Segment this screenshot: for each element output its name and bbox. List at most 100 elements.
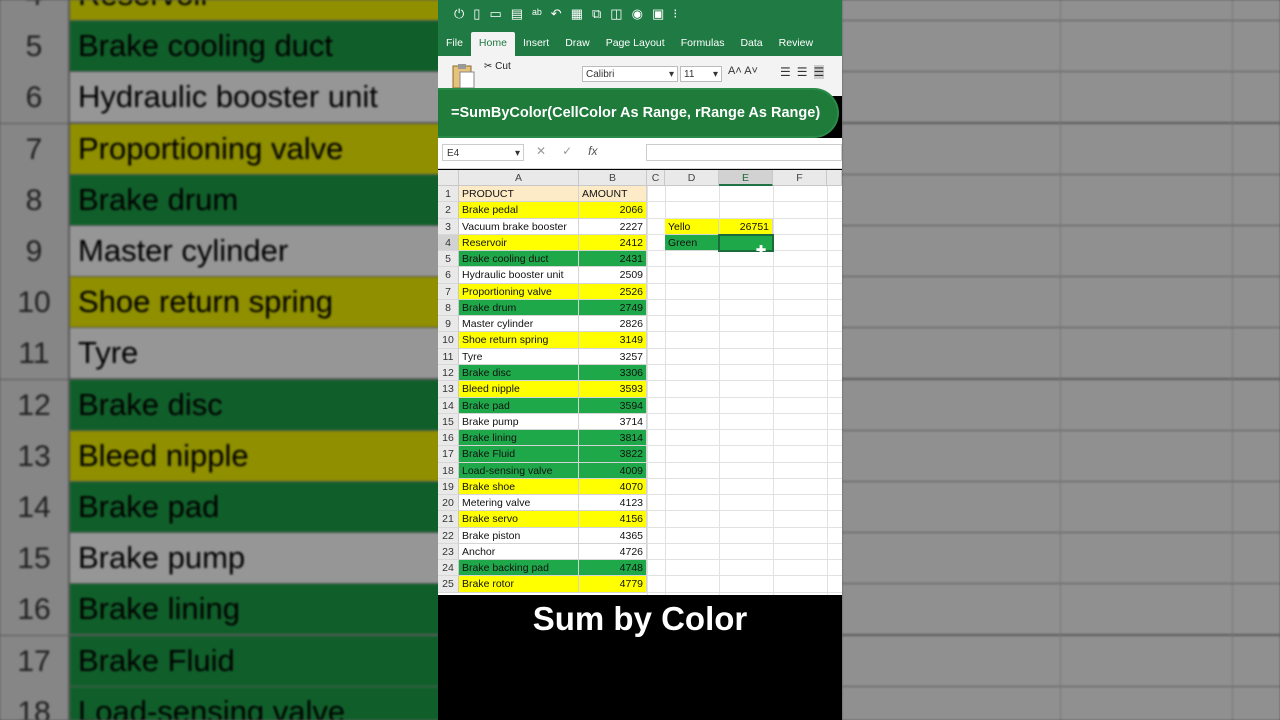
product-cell[interactable]: Shoe return spring [459, 332, 579, 349]
column-header-b[interactable]: B [579, 170, 647, 186]
product-cell[interactable]: Brake shoe [459, 478, 579, 496]
product-cell[interactable]: Hydraulic booster unit [459, 267, 579, 284]
row-header[interactable]: 5 [438, 251, 459, 268]
row-header[interactable]: 2 [438, 202, 459, 219]
amount-cell[interactable]: 2431 [579, 251, 647, 268]
product-cell[interactable]: Brake servo [459, 511, 579, 528]
row-header[interactable]: 16 [438, 430, 459, 447]
header-cell-amount[interactable]: AMOUNT [579, 186, 647, 203]
amount-cell[interactable]: 3257 [579, 348, 647, 365]
amount-cell[interactable]: 4779 [579, 576, 647, 593]
product-cell[interactable]: Brake backing pad [459, 560, 579, 577]
row-header[interactable]: 19 [438, 478, 459, 496]
row-header[interactable]: 18 [438, 462, 459, 479]
row-header[interactable]: 22 [438, 527, 459, 544]
undo-icon[interactable]: ↶ [551, 6, 562, 22]
tab-data[interactable]: Data [732, 32, 770, 56]
new-file-icon[interactable]: ▯ [473, 6, 480, 22]
row-header[interactable]: 4 [438, 234, 459, 252]
tab-formulas[interactable]: Formulas [673, 32, 733, 56]
amount-cell[interactable]: 4748 [579, 560, 647, 577]
product-cell[interactable]: Vacuum brake booster [459, 218, 579, 235]
print-preview-icon[interactable]: ▤ [511, 6, 523, 22]
formula-input[interactable] [646, 144, 842, 161]
font-size-select[interactable]: 11 ▾ [680, 66, 722, 82]
amount-cell[interactable]: 4156 [579, 511, 647, 528]
amount-cell[interactable]: 3306 [579, 364, 647, 382]
align-top-icon[interactable]: ☰ [780, 65, 791, 79]
row-header[interactable]: 6 [438, 267, 459, 284]
column-header-a[interactable]: A [459, 170, 579, 186]
product-cell[interactable]: Brake Fluid [459, 446, 579, 463]
amount-cell[interactable]: 3149 [579, 332, 647, 349]
paste-icon[interactable] [450, 62, 476, 90]
row-header[interactable]: 23 [438, 543, 459, 561]
open-folder-icon[interactable]: ▭ [489, 6, 501, 22]
product-cell[interactable]: Metering valve [459, 495, 579, 512]
save-icon[interactable]: ▣ [652, 6, 664, 22]
product-cell[interactable]: Brake rotor [459, 576, 579, 593]
align-bottom-icon[interactable]: ☰ [813, 65, 825, 79]
amount-cell[interactable]: 2066 [579, 202, 647, 219]
product-cell[interactable]: Brake pad [459, 397, 579, 414]
product-cell[interactable]: Tyre [459, 348, 579, 365]
tab-draw[interactable]: Draw [557, 32, 598, 56]
amount-cell[interactable]: 4123 [579, 495, 647, 512]
font-name-select[interactable]: Calibri ▾ [582, 66, 678, 82]
cancel-icon[interactable]: ✕ [536, 144, 546, 158]
amount-cell[interactable]: 2412 [579, 234, 647, 252]
insert-function-icon[interactable]: fx [588, 144, 597, 158]
preview-icon[interactable]: ◉ [632, 6, 643, 22]
product-cell[interactable]: Proportioning valve [459, 283, 579, 300]
product-cell[interactable]: Reservoir [459, 234, 579, 252]
summary-label-cell[interactable]: Green [665, 234, 719, 252]
enter-icon[interactable]: ✓ [562, 144, 572, 158]
spelling-icon[interactable]: ᵃᵇ [532, 6, 542, 22]
row-header[interactable]: 10 [438, 332, 459, 349]
amount-cell[interactable]: 2227 [579, 218, 647, 235]
row-header[interactable]: 20 [438, 495, 459, 512]
cut-button[interactable]: ✂ Cut [484, 61, 511, 72]
amount-cell[interactable]: 3714 [579, 413, 647, 431]
product-cell[interactable]: Brake lining [459, 430, 579, 447]
product-cell[interactable]: Brake piston [459, 527, 579, 544]
product-cell[interactable]: Master cylinder [459, 316, 579, 333]
amount-cell[interactable]: 3593 [579, 381, 647, 398]
name-box[interactable]: E4 ▾ [442, 144, 524, 161]
shapes-icon[interactable]: ◫ [610, 6, 622, 22]
autosave-icon[interactable]: ⏻ [454, 6, 464, 22]
product-cell[interactable]: Load-sensing valve [459, 462, 579, 479]
row-header[interactable]: 14 [438, 397, 459, 414]
summary-label-cell[interactable]: Yello [665, 218, 719, 235]
product-cell[interactable]: Brake disc [459, 364, 579, 382]
copy-format-icon[interactable]: ⧉ [592, 6, 601, 22]
row-header[interactable]: 13 [438, 381, 459, 398]
amount-cell[interactable]: 4009 [579, 462, 647, 479]
column-header-e[interactable]: E [719, 170, 773, 186]
product-cell[interactable]: Brake pump [459, 413, 579, 431]
customize-qat-icon[interactable]: ⁝ [673, 6, 677, 22]
row-header[interactable]: 8 [438, 299, 459, 317]
tab-file[interactable]: File [438, 32, 471, 56]
amount-cell[interactable]: 3594 [579, 397, 647, 414]
tab-page-layout[interactable]: Page Layout [598, 32, 673, 56]
tab-insert[interactable]: Insert [515, 32, 557, 56]
amount-cell[interactable]: 2826 [579, 316, 647, 333]
amount-cell[interactable]: 4365 [579, 527, 647, 544]
row-header[interactable]: 7 [438, 283, 459, 300]
product-cell[interactable]: Brake pedal [459, 202, 579, 219]
select-all-corner[interactable] [438, 170, 459, 186]
row-header[interactable]: 11 [438, 348, 459, 365]
row-header[interactable]: 21 [438, 511, 459, 528]
tab-review[interactable]: Review [771, 32, 821, 56]
row-header[interactable]: 12 [438, 364, 459, 382]
amount-cell[interactable]: 3814 [579, 430, 647, 447]
column-header-d[interactable]: D [665, 170, 719, 186]
column-header-c[interactable]: C [647, 170, 665, 186]
row-header[interactable]: 9 [438, 316, 459, 333]
row-header[interactable]: 3 [438, 218, 459, 235]
row-header[interactable]: 24 [438, 560, 459, 577]
tab-home[interactable]: Home [470, 32, 515, 56]
amount-cell[interactable]: 4070 [579, 478, 647, 496]
font-grow-shrink[interactable]: A˄ A˅ [728, 65, 758, 77]
